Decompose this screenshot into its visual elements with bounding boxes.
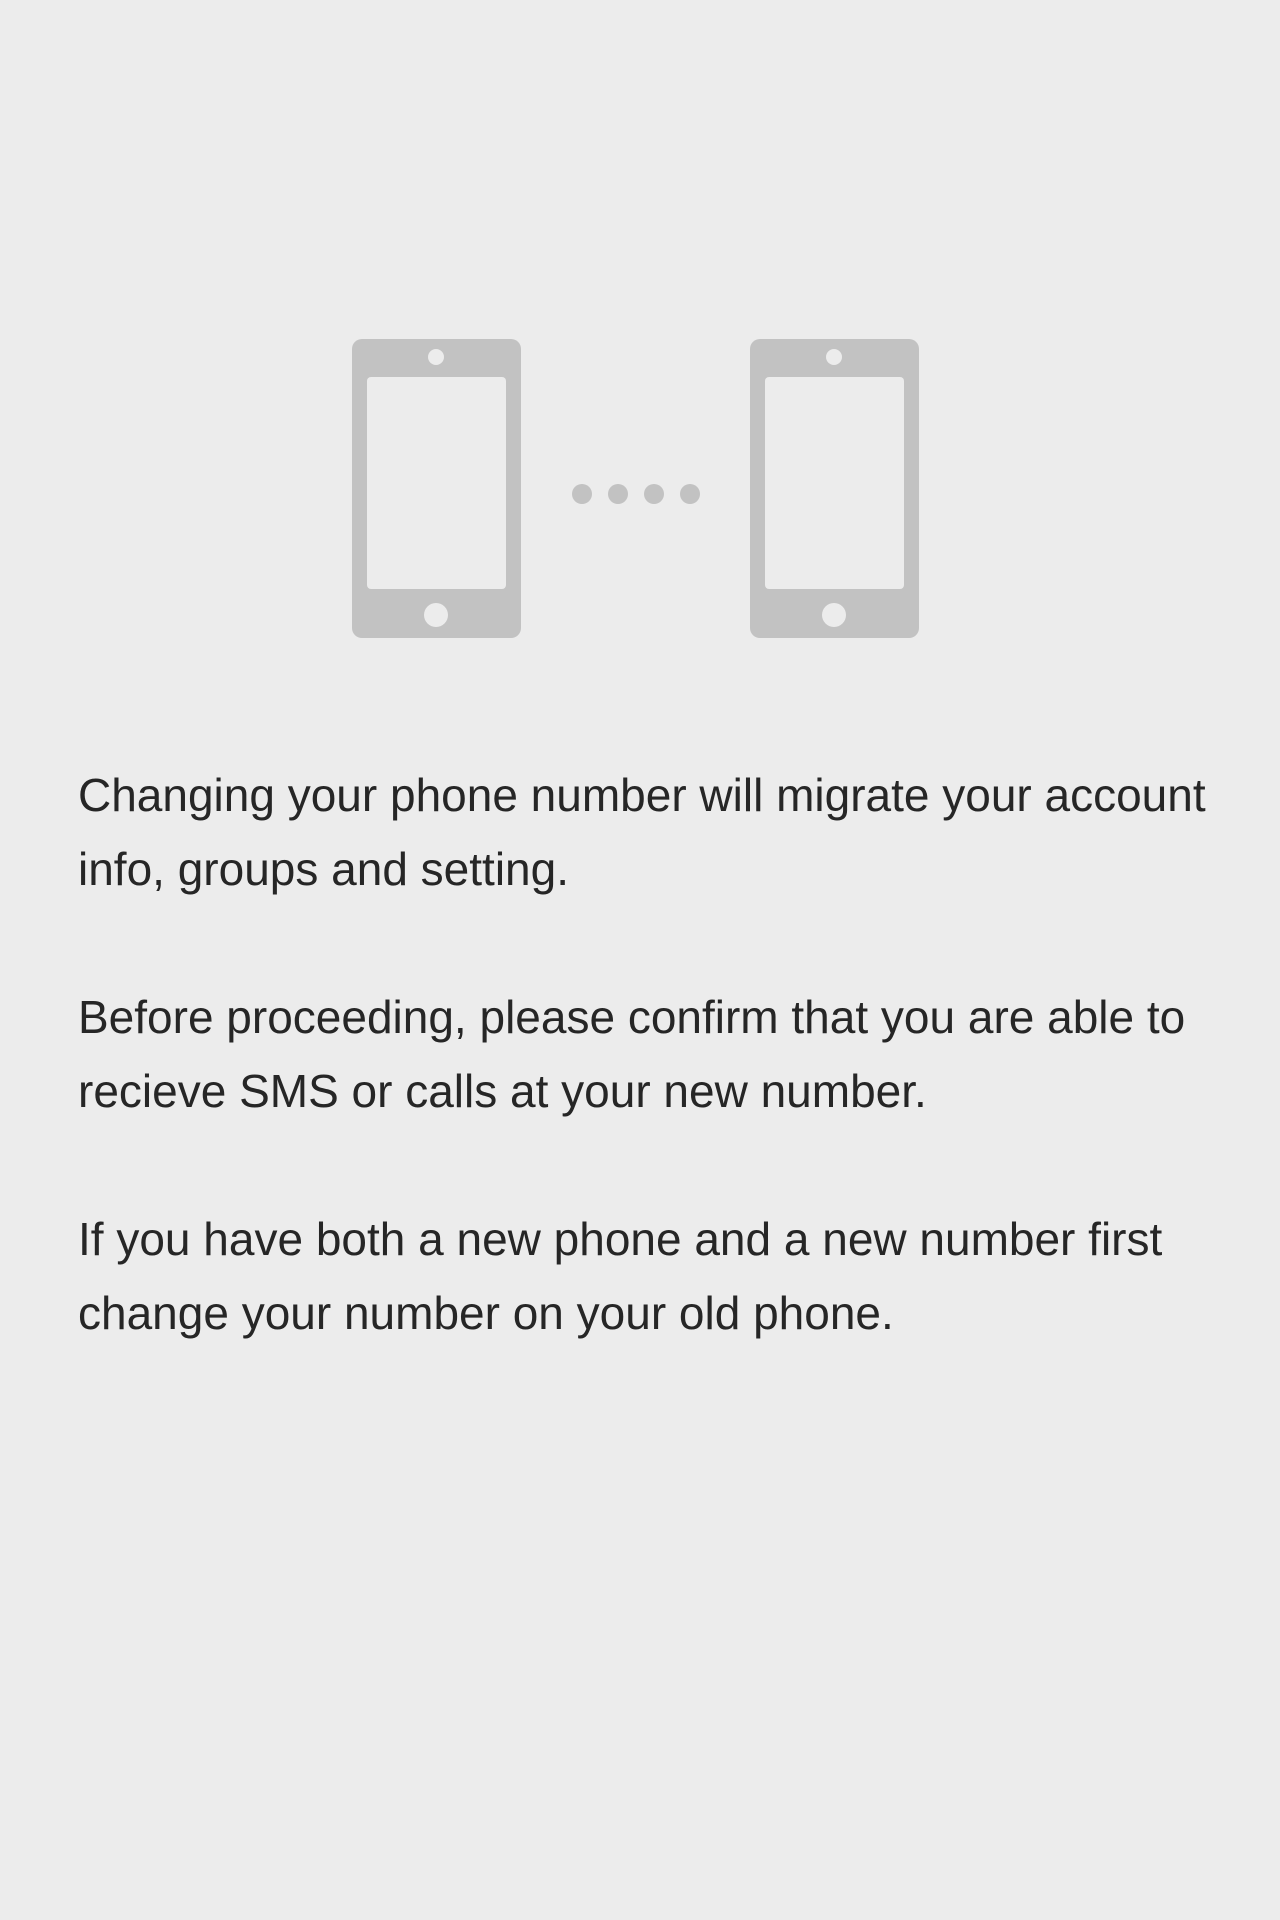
change-number-illustration <box>0 0 1280 700</box>
migration-info-paragraph: Changing your phone number will migrate … <box>78 769 1206 895</box>
description-text: Changing your phone number will migrate … <box>78 758 1218 1424</box>
transfer-dots-icon <box>572 484 700 504</box>
new-phone-advice-paragraph: If you have both a new phone and a new n… <box>78 1213 1163 1339</box>
illustration-svg <box>352 339 919 638</box>
confirm-sms-paragraph: Before proceeding, please confirm that y… <box>78 991 1186 1117</box>
new-phone-icon <box>750 339 919 638</box>
old-phone-icon <box>352 339 521 638</box>
